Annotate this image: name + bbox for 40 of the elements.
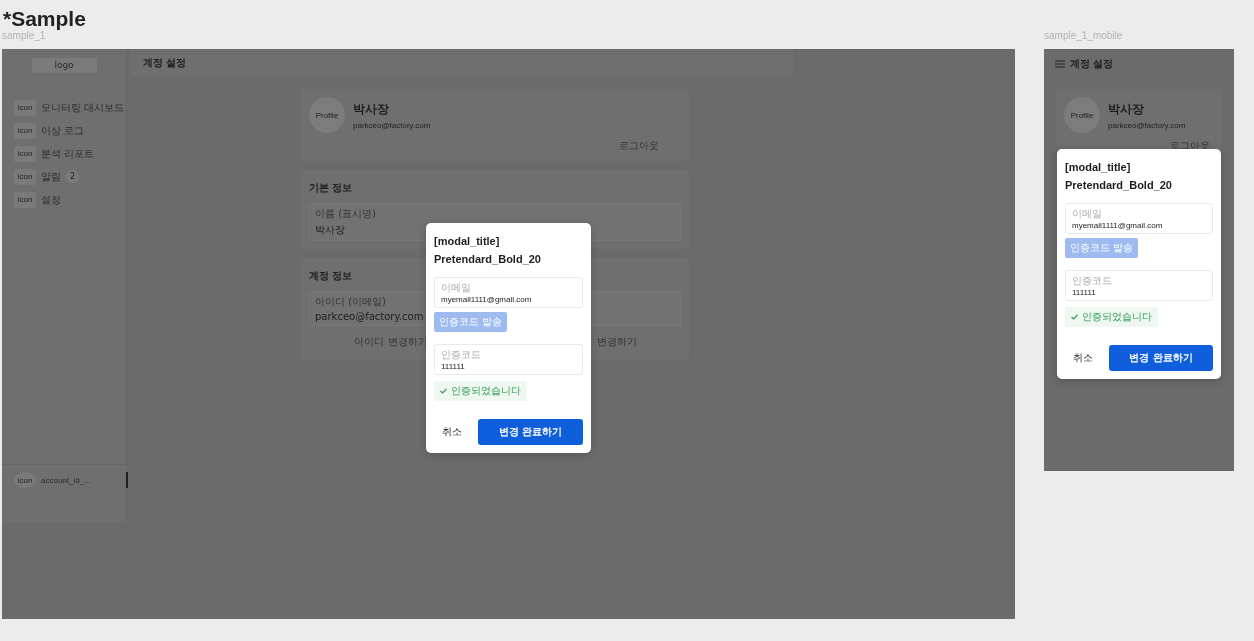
nav-item[interactable]: icon 알림 2	[14, 168, 126, 185]
canvas-title: *Sample	[3, 7, 86, 31]
avatar-label: Profile	[1070, 110, 1094, 120]
cancel-button[interactable]: 취소	[1065, 347, 1103, 369]
cancel-button[interactable]: 취소	[434, 421, 472, 443]
check-icon	[1071, 314, 1078, 320]
field-label: 이메일	[441, 281, 472, 295]
profile-name: 박사장	[1108, 100, 1145, 118]
email-field[interactable]: 이메일 myemail1111@gmail.com	[1065, 203, 1213, 234]
field-label: 인증코드	[1072, 274, 1113, 288]
code-field[interactable]: 인증코드 111111	[434, 344, 583, 375]
resize-handle[interactable]	[126, 472, 128, 488]
code-input[interactable]: 111111	[441, 362, 576, 371]
email-input[interactable]: myemail1111@gmail.com	[1072, 221, 1206, 230]
avatar-label: Profile	[315, 110, 339, 120]
check-icon	[440, 388, 447, 394]
confirm-button[interactable]: 변경 완료하기	[478, 419, 583, 445]
field-label: 인증코드	[441, 348, 482, 362]
section-title: 계정 정보	[309, 269, 354, 283]
nav-item[interactable]: icon 모니터링 대시보드	[14, 99, 126, 116]
email-input[interactable]: myemail1111@gmail.com	[441, 295, 576, 304]
profile-name: 박사장	[353, 100, 390, 118]
section-title: 기본 정보	[309, 181, 354, 195]
nav-item[interactable]: icon 설정	[14, 191, 126, 208]
logo-text: logo	[54, 60, 74, 70]
confirm-button[interactable]: 변경 완료하기	[1109, 345, 1213, 371]
profile-email: parkceo@factory.com	[353, 120, 431, 130]
field-label: 이메일	[1072, 207, 1103, 221]
menu-icon[interactable]	[1055, 60, 1065, 68]
code-input[interactable]: 111111	[1072, 288, 1206, 297]
email-field[interactable]: 이메일 myemail1111@gmail.com	[434, 277, 583, 308]
page-title: 계정 설정	[143, 55, 187, 70]
modal-title: [modal_title] Pretendard_Bold_20	[1065, 160, 1173, 193]
profile-email: parkceo@factory.com	[1108, 120, 1186, 130]
status-text: 인증되었습니다	[1082, 310, 1152, 324]
page-title: 계정 설정	[1070, 57, 1114, 71]
account-item[interactable]: icon account_id_...	[2, 465, 126, 488]
nav-item[interactable]: icon 분석 리포트	[14, 145, 126, 162]
status-text: 인증되었습니다	[451, 384, 521, 398]
code-field[interactable]: 인증코드 111111	[1065, 270, 1213, 301]
